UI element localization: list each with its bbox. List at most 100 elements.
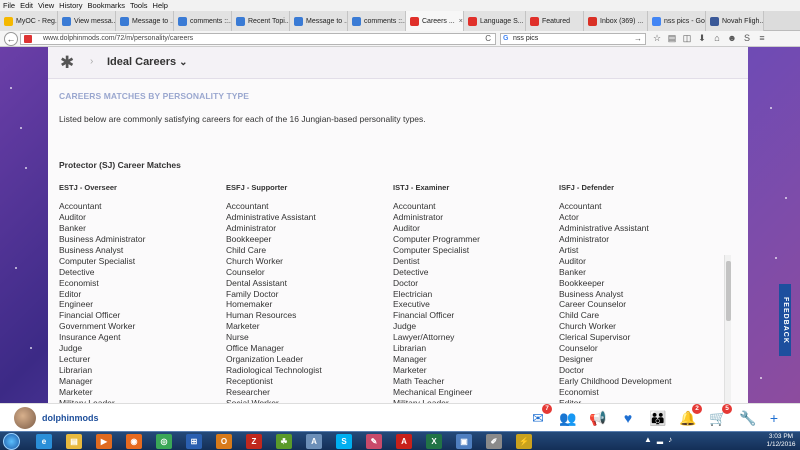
acrobat-icon[interactable]: A xyxy=(396,434,412,449)
favorites-icon[interactable]: ♥ xyxy=(619,410,637,426)
tab-11[interactable]: nss pics - Go... xyxy=(648,11,706,31)
firefox-icon[interactable]: ◉ xyxy=(126,434,142,449)
search-input[interactable]: G nss pics → xyxy=(500,33,646,45)
tab-1[interactable]: View messa... xyxy=(58,11,116,31)
list-item: Radiological Technologist xyxy=(226,365,322,376)
favicon-icon xyxy=(294,16,303,26)
tab-label: Novah Fligh... xyxy=(722,17,764,25)
volume-icon[interactable]: ♪ xyxy=(668,435,672,444)
background-star xyxy=(30,347,32,349)
menu-edit[interactable]: Edit xyxy=(20,0,33,11)
list-item: Economist xyxy=(59,277,99,288)
tray-up-icon[interactable]: ▲ xyxy=(644,435,652,444)
list-item: Child Care xyxy=(226,244,267,255)
photos-icon[interactable]: ▣ xyxy=(456,434,472,449)
username-link[interactable]: dolphinmods xyxy=(42,413,99,423)
avatar[interactable] xyxy=(14,407,36,429)
reading-list-icon[interactable]: ▤ xyxy=(667,33,677,44)
icon-glyph: 👪 xyxy=(649,410,667,426)
skype-icon[interactable]: S xyxy=(742,33,752,44)
skype-icon[interactable]: S xyxy=(336,434,352,449)
icon-glyph: ✉ xyxy=(532,410,544,426)
media-player-icon[interactable]: ▶ xyxy=(96,434,112,449)
list-item: Financial Officer xyxy=(59,310,121,321)
outlook-icon[interactable]: O xyxy=(216,434,232,449)
clock[interactable]: 3:03 PM 1/12/2016 xyxy=(763,433,799,449)
list-item: Human Resources xyxy=(226,310,297,321)
list-item: Mechanical Engineer xyxy=(393,386,473,397)
navigation-bar: ← www.dolphinmods.com/72/m/personality/c… xyxy=(0,31,800,47)
intro-text: Listed below are commonly satisfying car… xyxy=(59,114,426,124)
tab-9[interactable]: Featured xyxy=(526,11,584,31)
chat-icon[interactable]: ☻ xyxy=(727,33,737,44)
site-identity-icon[interactable] xyxy=(24,35,32,43)
list-item: Engineer xyxy=(59,299,94,310)
home-icon[interactable]: ⌂ xyxy=(712,33,722,44)
explorer-icon[interactable]: ▤ xyxy=(66,434,82,449)
tools-icon[interactable]: 🔧 xyxy=(739,410,757,426)
menu-file[interactable]: File xyxy=(3,0,15,11)
list-item: Detective xyxy=(59,266,95,277)
search-go-icon[interactable]: → xyxy=(634,34,642,44)
back-button[interactable]: ← xyxy=(4,32,18,46)
tab-12[interactable]: Novah Fligh... xyxy=(706,11,764,31)
background-star xyxy=(15,267,17,269)
ie-icon[interactable]: e xyxy=(36,434,52,449)
frog-icon[interactable]: ☘ xyxy=(276,434,292,449)
tab-2[interactable]: Message to ... xyxy=(116,11,174,31)
close-tab-icon[interactable]: × xyxy=(455,18,463,25)
list-item: Business Analyst xyxy=(559,288,624,299)
network-icon[interactable]: ⊞ xyxy=(186,434,202,449)
excel-icon[interactable]: X xyxy=(426,434,442,449)
announce-icon[interactable]: 📢 xyxy=(589,410,607,426)
menu-bar: File Edit View History Bookmarks Tools Help xyxy=(0,0,800,11)
paint-icon[interactable]: ✐ xyxy=(486,434,502,449)
network-tray-icon[interactable]: ▂ xyxy=(657,435,663,444)
list-item: Banker xyxy=(559,266,586,277)
menu-tools[interactable]: Tools xyxy=(130,0,148,11)
count-badge: 7 xyxy=(542,404,552,414)
tab-5[interactable]: Message to ... xyxy=(290,11,348,31)
page-title-dropdown[interactable]: Ideal Careers ⌄ xyxy=(107,56,188,68)
start-button[interactable] xyxy=(3,433,20,450)
groups-icon[interactable]: 👪 xyxy=(649,410,667,426)
download-icon[interactable]: ⬇ xyxy=(697,33,707,44)
filezilla-icon[interactable]: Z xyxy=(246,434,262,449)
tab-3[interactable]: comments ::... xyxy=(174,11,232,31)
list-item: Editor xyxy=(59,288,82,299)
feedback-tab[interactable]: FEEDBACK xyxy=(779,284,791,356)
menu-bookmarks[interactable]: Bookmarks xyxy=(88,0,126,11)
list-scrollbar[interactable] xyxy=(724,255,731,403)
list-item: Auditor xyxy=(59,211,86,222)
tab-7[interactable]: Careers ... × xyxy=(406,11,464,31)
winamp-icon[interactable]: ⚡ xyxy=(516,434,532,449)
add-icon[interactable]: + xyxy=(765,410,783,426)
menu-view[interactable]: View xyxy=(38,0,54,11)
star-icon[interactable]: ☆ xyxy=(652,33,662,44)
tab-10[interactable]: Inbox (369) ... xyxy=(584,11,648,31)
menu-icon[interactable]: ≡ xyxy=(757,33,767,44)
list-item: Business Analyst xyxy=(59,244,124,255)
reload-icon[interactable]: C xyxy=(485,34,491,44)
eraser-icon[interactable]: ✎ xyxy=(366,434,382,449)
url-bar[interactable]: www.dolphinmods.com/72/m/personality/car… xyxy=(20,33,496,45)
pocket-icon[interactable]: ◫ xyxy=(682,33,692,44)
site-logo-icon[interactable]: ✱ xyxy=(60,54,74,71)
messages-icon[interactable]: ✉ 7 xyxy=(529,404,552,426)
tab-4[interactable]: Recent Topi... xyxy=(232,11,290,31)
list-item: Administrative Assistant xyxy=(559,222,649,233)
tab-label: Inbox (369) ... xyxy=(600,17,644,25)
contacts-icon[interactable]: A xyxy=(306,434,322,449)
menu-history[interactable]: History xyxy=(59,0,82,11)
list-item: Librarian xyxy=(59,365,93,376)
tab-6[interactable]: comments ::... xyxy=(348,11,406,31)
tab-0[interactable]: MyOC - Reg... xyxy=(0,11,58,31)
cart-icon[interactable]: 🛒 5 xyxy=(709,404,732,426)
scrollbar-thumb[interactable] xyxy=(726,261,731,321)
menu-help[interactable]: Help xyxy=(153,0,168,11)
list-item: Child Care xyxy=(559,310,600,321)
tab-8[interactable]: Language S... xyxy=(464,11,526,31)
notifications-icon[interactable]: 🔔 2 xyxy=(679,404,702,426)
chrome-icon[interactable]: ◎ xyxy=(156,434,172,449)
friends-icon[interactable]: 👥 xyxy=(559,410,577,426)
